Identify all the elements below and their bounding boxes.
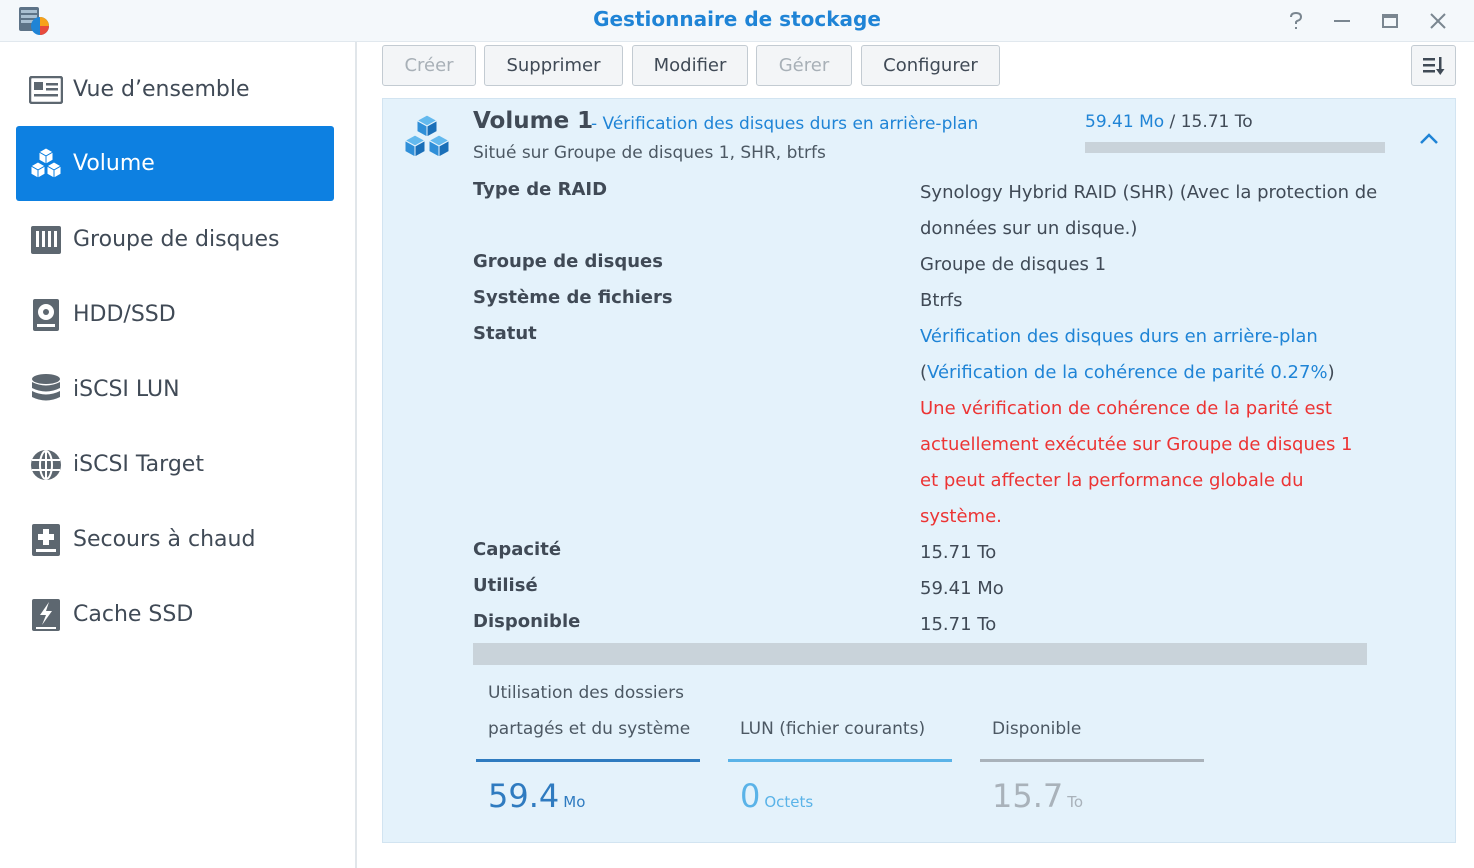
close-icon[interactable] [1425,8,1451,34]
used-amount: 59.41 Mo [1085,112,1165,132]
sidebar-item-disk-group[interactable]: Groupe de disques [16,202,334,277]
title-bar: Gestionnaire de stockage [0,0,1474,42]
configure-button[interactable]: Configurer [861,45,1000,86]
stat-unit: Mo [563,793,586,811]
sidebar-item-iscsi-target[interactable]: iSCSI Target [16,427,334,502]
sort-button[interactable] [1411,45,1456,86]
sidebar-item-label: Cache SSD [73,602,194,627]
volume-cubes-icon [28,146,64,182]
stat-available: Disponible 15.7 To [980,675,1204,845]
sidebar-item-label: Groupe de disques [73,227,280,252]
overview-icon [28,72,64,108]
status-main: Vérification des disques durs en arrière… [920,326,1318,347]
status-progress-line: (Vérification de la cohérence de parité … [920,355,1380,391]
database-icon [28,372,64,408]
available-label: Disponible [473,611,581,632]
status-progress: Vérification de la cohérence de parité 0… [927,362,1328,383]
stat-color-line [980,759,1204,762]
hot-spare-icon [28,522,64,558]
sidebar-item-overview[interactable]: Vue d’ensemble [16,52,334,127]
delete-button[interactable]: Supprimer [484,45,623,86]
volume-status-short: - Vérification des disques durs en arriè… [591,114,979,134]
volume-usage-text: 59.41 Mo / 15.71 To [1085,112,1253,132]
stat-label: LUN (fichier courants) [740,719,926,739]
stat-lun: LUN (fichier courants) 0 Octets [728,675,952,845]
globe-icon [28,447,64,483]
volume-panel: Volume 1 - Vérification des disques durs… [382,98,1456,843]
status-label: Statut [473,323,537,344]
sidebar-item-hdd-ssd[interactable]: HDD/SSD [16,277,334,352]
ssd-cache-icon [28,597,64,633]
stat-value: 15.7 [992,777,1064,815]
stat-color-line [728,759,952,762]
stat-value: 59.4 [488,777,560,815]
stat-shared-folders: Utilisation des dossiers partagés et du … [476,675,700,845]
sidebar-item-label: Vue d’ensemble [73,77,250,102]
used-label: Utilisé [473,575,538,596]
volume-name: Volume 1 [473,108,594,134]
stat-color-line [476,759,700,762]
edit-button[interactable]: Modifier [632,45,748,86]
sidebar-item-label: iSCSI Target [73,452,204,477]
sidebar-item-hot-spare[interactable]: Secours à chaud [16,502,334,577]
volume-usage-bar [1085,142,1385,153]
stat-label: Utilisation des dossiers partagés et du … [488,683,691,739]
used-value: 59.41 Mo [920,578,1004,599]
disk-group-value: Groupe de disques 1 [920,254,1107,275]
sidebar-item-volume[interactable]: Volume [16,126,334,201]
collapse-chevron-up-icon[interactable] [1417,127,1441,151]
sidebar-item-label: HDD/SSD [73,302,176,327]
sidebar: Vue d’ensemble Volume Groupe de disques … [0,42,357,868]
stat-value-container: 15.7 To [992,777,1083,815]
available-value: 15.71 To [920,614,997,635]
capacity-label: Capacité [473,539,562,560]
create-button[interactable]: Créer [382,45,476,86]
sidebar-item-iscsi-lun[interactable]: iSCSI LUN [16,352,334,427]
paren-close: ) [1327,362,1335,383]
help-icon[interactable] [1283,8,1309,34]
usage-separator: / [1164,112,1181,132]
maximize-icon[interactable] [1377,8,1403,34]
sidebar-item-label: Secours à chaud [73,527,256,552]
paren-open: ( [920,362,928,383]
disk-group-label: Groupe de disques [473,251,663,272]
status-warning: Une vérification de cohérence de la pari… [920,398,1353,527]
total-amount: 15.71 To [1180,112,1253,132]
capacity-value: 15.71 To [920,542,997,563]
filesystem-label: Système de fichiers [473,287,673,308]
stat-unit: To [1067,793,1084,811]
sidebar-item-ssd-cache[interactable]: Cache SSD [16,577,334,652]
usage-breakdown-bar [473,643,1367,665]
volume-location: Situé sur Groupe de disques 1, SHR, btrf… [473,143,826,163]
disk-group-icon [28,222,64,258]
stat-unit: Octets [764,793,814,811]
sidebar-item-label: iSCSI LUN [73,377,180,402]
stat-label: Disponible [992,719,1082,739]
volume-cubes-icon [403,114,451,158]
window-title: Gestionnaire de stockage [593,7,881,31]
sort-icon [1422,56,1444,75]
stat-value: 0 [740,777,761,815]
raid-type-label: Type de RAID [473,179,608,200]
sidebar-item-label: Volume [73,151,155,176]
status-value: Vérification des disques durs en arrière… [920,319,1380,535]
minimize-icon[interactable] [1329,8,1355,34]
manage-button[interactable]: Gérer [756,45,852,86]
hdd-icon [28,297,64,333]
filesystem-value: Btrfs [920,290,963,311]
raid-type-value: Synology Hybrid RAID (SHR) (Avec la prot… [920,182,1378,239]
stat-value-container: 59.4 Mo [488,777,585,815]
stat-value-container: 0 Octets [740,777,813,815]
